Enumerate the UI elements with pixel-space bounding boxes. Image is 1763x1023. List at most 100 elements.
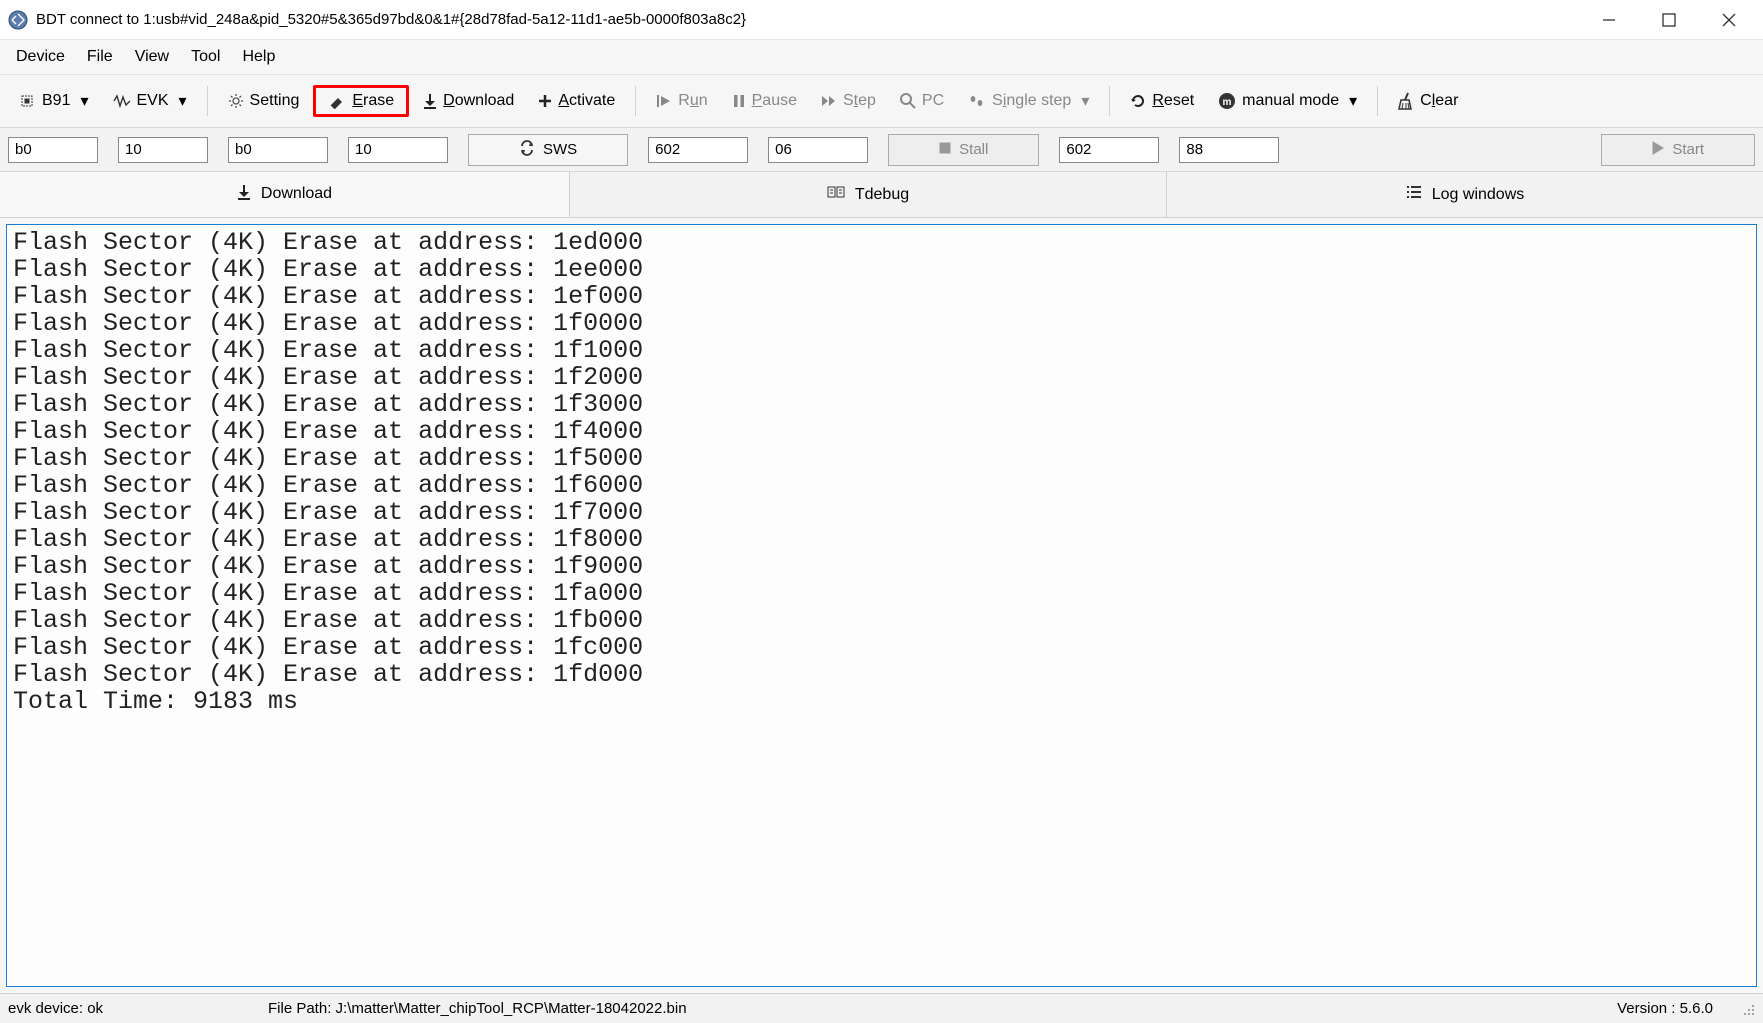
separator	[1377, 86, 1378, 116]
field-a1[interactable]	[8, 137, 98, 163]
mode-icon: m	[1218, 92, 1236, 110]
waveform-icon	[113, 94, 131, 108]
menu-view[interactable]: View	[125, 42, 179, 72]
app-icon	[8, 10, 28, 30]
field-d2[interactable]	[1179, 137, 1279, 163]
start-button[interactable]: Start	[1601, 134, 1755, 166]
resize-grip-icon[interactable]	[1741, 1002, 1755, 1016]
menu-file[interactable]: File	[77, 42, 123, 72]
sws-label: SWS	[543, 141, 577, 158]
tab-tdebug[interactable]: Tdebug	[570, 172, 1167, 217]
status-version: Version : 5.6.0	[1617, 1000, 1713, 1017]
menu-tool[interactable]: Tool	[181, 42, 230, 72]
chip-selector[interactable]: B91 ▾	[8, 85, 99, 117]
field-d1[interactable]	[1059, 137, 1159, 163]
maximize-button[interactable]	[1639, 2, 1699, 38]
pause-icon	[732, 94, 746, 108]
search-icon	[900, 93, 916, 109]
tab-log-windows[interactable]: Log windows	[1167, 172, 1763, 217]
pc-button[interactable]: PC	[890, 86, 954, 116]
caret-down-icon: ▾	[179, 91, 187, 111]
reset-label: Reset	[1152, 92, 1194, 110]
erase-label: Erase	[352, 92, 394, 110]
sws-button[interactable]: SWS	[468, 134, 628, 166]
status-device: evk device: ok	[8, 1000, 248, 1017]
caret-down-icon: ▾	[1081, 91, 1089, 111]
minimize-button[interactable]	[1579, 2, 1639, 38]
log-container: Flash Sector (4K) Erase at address: 1ed0…	[0, 218, 1763, 993]
broom-icon	[1398, 92, 1414, 110]
stall-label: Stall	[959, 141, 988, 158]
field-c2[interactable]	[768, 137, 868, 163]
separator	[207, 86, 208, 116]
caret-down-icon: ▾	[80, 91, 88, 111]
chip-icon	[18, 92, 36, 110]
pause-button[interactable]: Pause	[722, 86, 807, 116]
footprints-icon	[968, 94, 986, 108]
step-button[interactable]: Step	[811, 86, 886, 116]
title-bar: BDT connect to 1:usb#vid_248a&pid_5320#5…	[0, 0, 1763, 40]
caret-down-icon: ▾	[1349, 91, 1357, 111]
window-title: BDT connect to 1:usb#vid_248a&pid_5320#5…	[36, 11, 1579, 28]
activate-button[interactable]: Activate	[528, 86, 625, 116]
tab-tdebug-label: Tdebug	[855, 186, 909, 204]
erase-button[interactable]: Erase	[313, 85, 409, 117]
tab-download-label: Download	[261, 185, 332, 203]
gear-icon	[228, 93, 244, 109]
tab-log-label: Log windows	[1432, 186, 1525, 204]
play-icon	[1652, 141, 1664, 159]
start-label: Start	[1672, 141, 1704, 158]
step-label: Step	[843, 92, 876, 110]
eraser-icon	[328, 93, 346, 109]
status-filepath: File Path: J:\matter\Matter_chipTool_RCP…	[268, 1000, 1597, 1017]
clear-label: Clear	[1420, 92, 1458, 110]
field-b1[interactable]	[228, 137, 328, 163]
menu-device[interactable]: Device	[6, 42, 75, 72]
run-label: Run	[678, 92, 707, 110]
plus-icon	[538, 94, 552, 108]
clear-button[interactable]: Clear	[1388, 86, 1468, 116]
download-button[interactable]: Download	[413, 86, 524, 116]
debug-icon	[827, 184, 845, 205]
status-bar: evk device: ok File Path: J:\matter\Matt…	[0, 993, 1763, 1023]
step-forward-icon	[821, 94, 837, 108]
field-c1[interactable]	[648, 137, 748, 163]
menu-help[interactable]: Help	[232, 42, 285, 72]
chip-label: B91	[42, 92, 70, 110]
separator	[1109, 86, 1110, 116]
single-step-button[interactable]: Single step ▾	[958, 85, 1099, 117]
manual-mode-button[interactable]: m manual mode ▾	[1208, 85, 1367, 117]
run-button[interactable]: Run	[646, 86, 717, 116]
separator	[635, 86, 636, 116]
field-a2[interactable]	[118, 137, 208, 163]
board-label: EVK	[137, 92, 169, 110]
list-icon	[1406, 185, 1422, 204]
stall-button[interactable]: Stall	[888, 134, 1039, 166]
refresh-icon	[1130, 93, 1146, 109]
play-icon	[656, 94, 672, 108]
pc-label: PC	[922, 92, 944, 110]
log-pane[interactable]: Flash Sector (4K) Erase at address: 1ed0…	[6, 224, 1757, 987]
board-selector[interactable]: EVK ▾	[103, 85, 197, 117]
manual-mode-label: manual mode	[1242, 92, 1339, 110]
svg-text:m: m	[1223, 97, 1232, 108]
menu-bar: Device File View Tool Help	[0, 40, 1763, 74]
reset-button[interactable]: Reset	[1120, 86, 1204, 116]
close-button[interactable]	[1699, 2, 1759, 38]
sync-icon	[519, 140, 535, 160]
single-step-label: Single step	[992, 92, 1071, 110]
tab-download[interactable]: Download	[0, 172, 570, 217]
toolbar: B91 ▾ EVK ▾ Setting Erase Download Activ…	[0, 74, 1763, 128]
download-icon	[423, 93, 437, 109]
field-b2[interactable]	[348, 137, 448, 163]
setting-button[interactable]: Setting	[218, 86, 310, 116]
activate-label: Activate	[558, 92, 615, 110]
download-label: Download	[443, 92, 514, 110]
download-icon	[237, 184, 251, 205]
tab-row: Download Tdebug Log windows	[0, 172, 1763, 218]
stop-icon	[939, 141, 951, 158]
log-text: Flash Sector (4K) Erase at address: 1ed0…	[13, 229, 1746, 715]
pause-label: Pause	[752, 92, 797, 110]
setting-label: Setting	[250, 92, 300, 110]
field-row: SWS Stall Start	[0, 128, 1763, 172]
